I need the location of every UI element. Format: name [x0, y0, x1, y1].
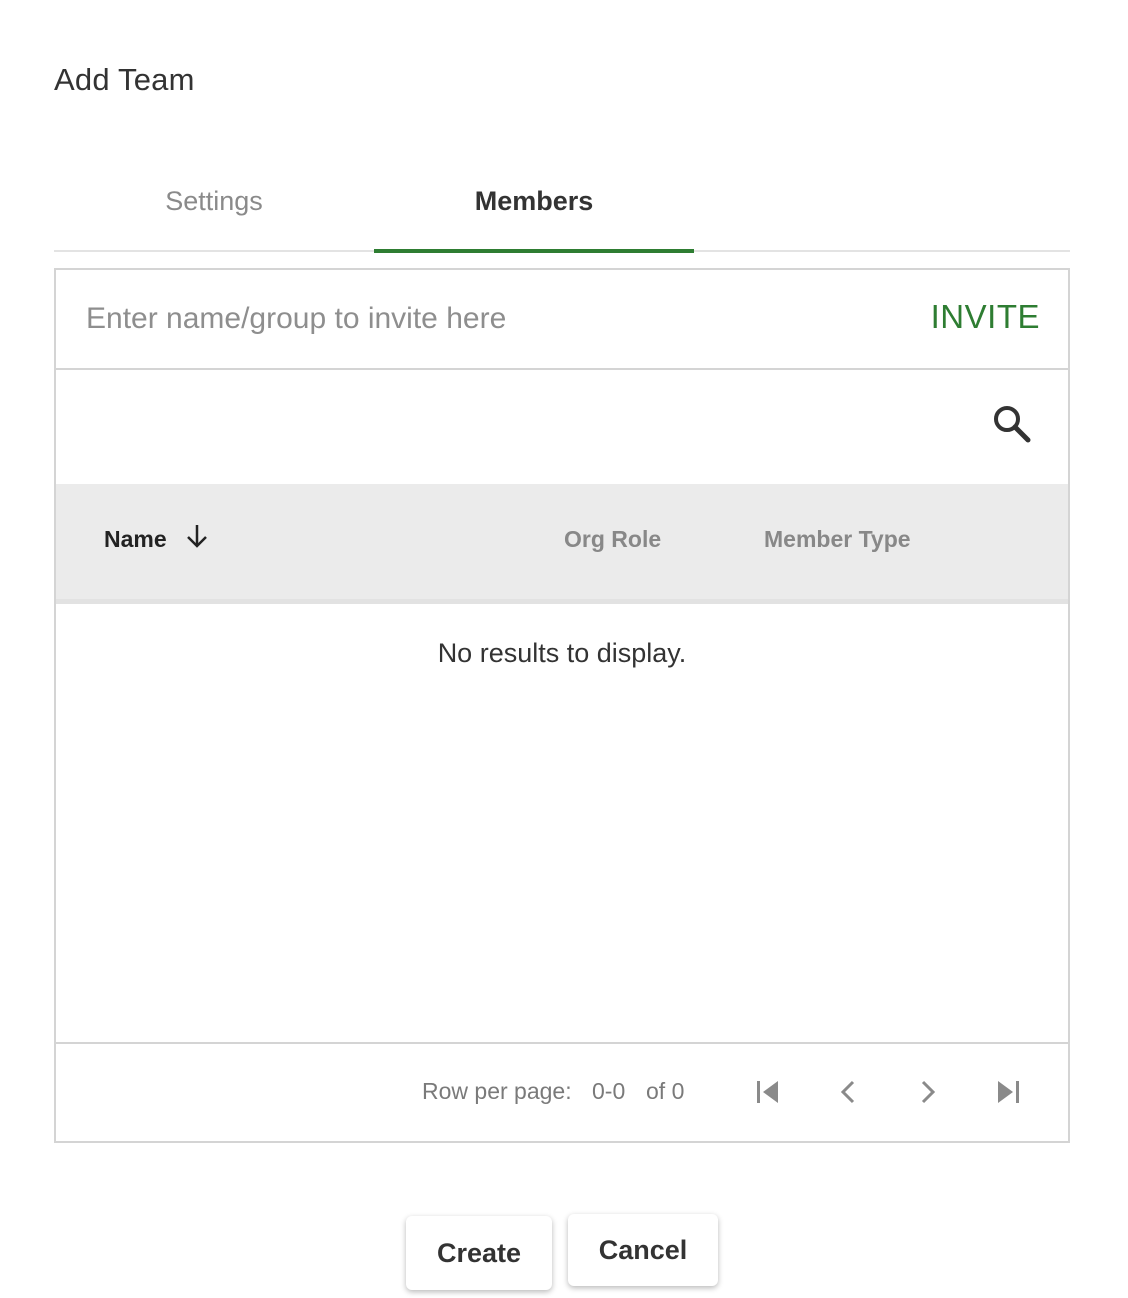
search-row [56, 370, 1068, 484]
dialog-actions: Create Cancel [0, 1214, 1128, 1298]
page-range: 0-0 [592, 1078, 626, 1104]
total-count: of 0 [646, 1078, 685, 1104]
column-header-org-role[interactable]: Org Role [564, 526, 661, 553]
tab-settings-label: Settings [165, 186, 263, 216]
create-button[interactable]: Create [406, 1216, 552, 1290]
next-page-icon[interactable] [912, 1076, 944, 1108]
tab-settings[interactable]: Settings [54, 170, 374, 250]
tab-members[interactable]: Members [374, 170, 694, 253]
invite-button[interactable]: INVITE [931, 298, 1040, 336]
invite-row: INVITE [56, 270, 1068, 370]
invite-input[interactable] [86, 294, 906, 344]
cancel-button[interactable]: Cancel [568, 1214, 718, 1286]
first-page-icon[interactable] [752, 1076, 784, 1108]
sort-arrow-down-icon[interactable] [184, 522, 210, 550]
members-panel: INVITE Name Org Role Member Type No resu… [54, 268, 1070, 1143]
empty-state-message: No results to display. [437, 638, 687, 668]
active-tab-indicator [374, 249, 694, 253]
dialog-title: Add Team [54, 62, 195, 97]
tab-members-label: Members [474, 186, 594, 216]
pagination-footer: Row per page: 0-0 of 0 [56, 1042, 1068, 1141]
tab-bar: Settings Members [54, 170, 1070, 253]
table-header: Name Org Role Member Type [56, 484, 1068, 604]
column-header-member-type[interactable]: Member Type [764, 526, 911, 553]
rows-per-page-label: Row per page: [422, 1078, 572, 1104]
column-header-name[interactable]: Name [104, 526, 167, 553]
last-page-icon[interactable] [992, 1076, 1024, 1108]
previous-page-icon[interactable] [832, 1076, 864, 1108]
add-team-dialog: Add Team Settings Members INVITE Name [0, 0, 1128, 1298]
search-icon[interactable] [992, 404, 1032, 444]
